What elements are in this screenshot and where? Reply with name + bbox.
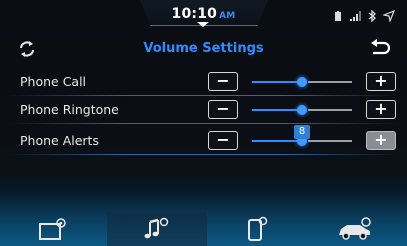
volume-slider[interactable] [252,77,352,87]
slider-knob[interactable] [297,105,307,115]
pull-down-indicator-icon[interactable] [197,22,209,27]
car-settings-icon [339,217,371,240]
slider-knob[interactable] [297,77,307,87]
volume-decrease-button[interactable]: − [208,72,238,91]
slider-rest [308,81,352,83]
music-settings-icon [144,217,169,239]
volume-increase-button[interactable]: + [366,100,396,119]
title-bar: Volume Settings [0,34,407,64]
page-title: Volume Settings [143,41,264,56]
volume-settings-screen: 10:10 AM Volume Settings Phone Call − + … [0,0,407,246]
setting-label: Phone Ringtone [20,102,119,117]
clock-time: 10:10 [171,6,218,22]
slider-fill [252,140,302,142]
dock-item-screen-settings[interactable] [5,212,105,246]
dock-item-phone-settings[interactable] [208,212,308,246]
setting-row-phone-call: Phone Call − + [8,70,398,96]
status-bar: 10:10 AM [0,0,407,28]
setting-label: Phone Call [20,74,87,89]
slider-fill [252,109,302,111]
signal-icon [349,7,361,21]
dock-item-sound-settings[interactable] [107,212,207,246]
setting-label: Phone Alerts [20,133,99,148]
volume-decrease-button[interactable]: − [208,100,238,119]
volume-decrease-button[interactable]: − [208,131,238,150]
clock-ampm: AM [219,11,236,21]
volume-level-bubble: 8 [294,125,310,139]
setting-row-phone-alerts: Phone Alerts − 8 + [8,125,398,155]
volume-increase-button[interactable]: + [366,131,396,150]
battery-icon [332,7,344,21]
slider-rest [308,140,352,142]
slider-fill [252,81,302,83]
slider-rest [308,109,352,111]
volume-slider[interactable] [252,105,352,115]
dock-item-vehicle-settings[interactable] [302,212,402,246]
bluetooth-icon [366,7,378,23]
status-icons [332,7,396,24]
navigation-icon [381,7,396,24]
volume-increase-button[interactable]: + [366,72,396,91]
volume-slider[interactable]: 8 [252,125,352,146]
phone-settings-icon [248,216,268,241]
back-arrow-icon[interactable] [369,39,391,57]
setting-row-phone-ringtone: Phone Ringtone − + [8,98,398,124]
settings-screen-icon [39,218,66,240]
bottom-dock [0,212,407,246]
